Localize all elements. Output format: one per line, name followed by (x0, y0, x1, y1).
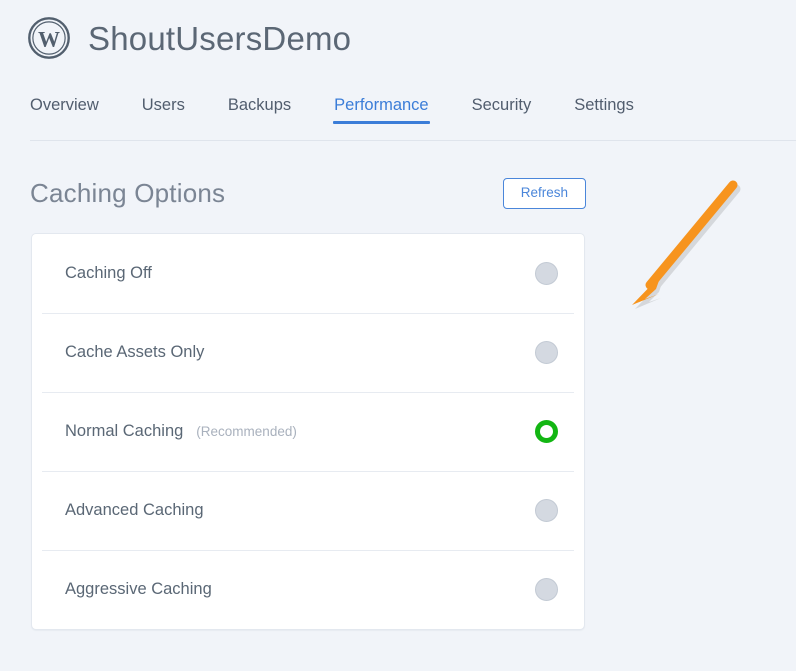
nav-tabs: Overview Users Backups Performance Secur… (30, 88, 796, 124)
page-header: W ShoutUsersDemo (0, 0, 796, 59)
radio-caching-off[interactable] (535, 262, 558, 285)
nav-divider (30, 140, 796, 141)
primary-nav: Overview Users Backups Performance Secur… (0, 88, 796, 124)
option-row-cache-assets-only[interactable]: Cache Assets Only (32, 313, 584, 392)
radio-aggressive-caching[interactable] (535, 578, 558, 601)
tab-security[interactable]: Security (472, 96, 532, 125)
tab-backups[interactable]: Backups (228, 96, 291, 125)
radio-advanced-caching[interactable] (535, 499, 558, 522)
option-row-caching-off[interactable]: Caching Off (32, 234, 584, 313)
tab-settings[interactable]: Settings (574, 96, 634, 125)
option-row-aggressive-caching[interactable]: Aggressive Caching (32, 550, 584, 629)
option-label: Cache Assets Only (65, 343, 205, 362)
option-row-normal-caching[interactable]: Normal Caching (Recommended) (32, 392, 584, 471)
option-row-advanced-caching[interactable]: Advanced Caching (32, 471, 584, 550)
page-title: Caching Options (30, 178, 226, 209)
tab-overview[interactable]: Overview (30, 96, 99, 125)
option-label: Normal Caching (65, 422, 184, 441)
radio-cache-assets-only[interactable] (535, 341, 558, 364)
site-title: ShoutUsersDemo (88, 19, 352, 57)
arrow-down-left-icon (632, 180, 741, 309)
tab-performance[interactable]: Performance (333, 96, 431, 125)
refresh-button[interactable]: Refresh (502, 178, 586, 209)
section-header: Caching Options Refresh (30, 178, 586, 209)
option-label: Caching Off (65, 264, 152, 283)
option-label: Aggressive Caching (65, 580, 212, 599)
option-label: Advanced Caching (65, 501, 204, 520)
radio-normal-caching[interactable] (535, 420, 558, 443)
caching-options-card: Caching Off Cache Assets Only Normal Cac… (31, 233, 585, 630)
option-recommended-note: (Recommended) (196, 423, 297, 439)
tab-users[interactable]: Users (142, 96, 185, 125)
app-page: W ShoutUsersDemo Overview Users Backups … (0, 0, 796, 671)
wordpress-logo-icon: W (28, 17, 70, 59)
svg-text:W: W (38, 27, 60, 52)
